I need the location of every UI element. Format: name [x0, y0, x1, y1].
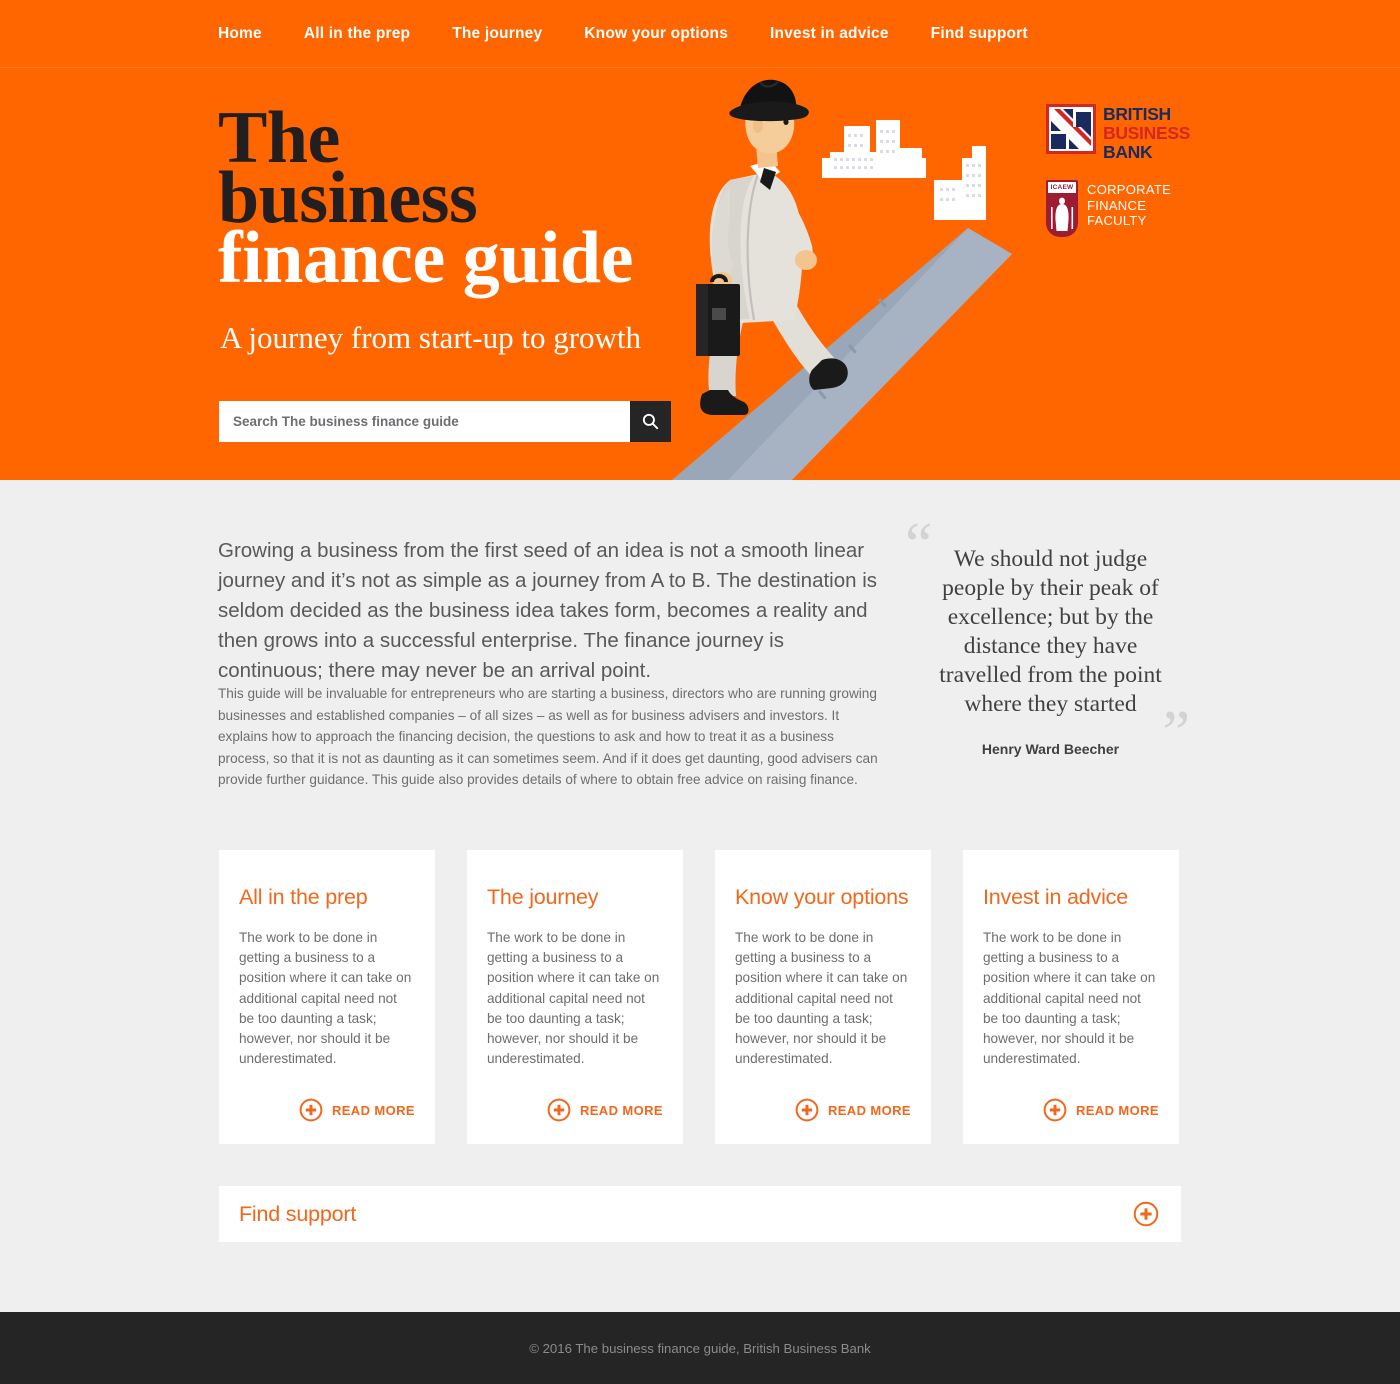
page-title: The business finance guide	[218, 101, 633, 299]
nav-item-invest-in-advice[interactable]: Invest in advice	[770, 25, 889, 43]
card-body: The work to be done in getting a busines…	[983, 930, 1156, 1067]
quote-text: We should not judge people by their peak…	[939, 546, 1162, 717]
title-line-3: finance guide	[218, 217, 633, 299]
icaew-corporate-finance-faculty-logo[interactable]: ICAEW CORPORATE FINANCE FACULTY	[1046, 180, 1226, 237]
card-know-your-options[interactable]: Know your options The work to be done in…	[715, 850, 931, 1144]
nav-items: Home All in the prep The journey Know yo…	[218, 0, 1028, 67]
bbb-line-3: BANK	[1103, 142, 1153, 162]
body-paragraph: This guide will be invaluable for entrep…	[218, 686, 878, 787]
card-all-in-the-prep[interactable]: All in the prep The work to be done in g…	[219, 850, 435, 1144]
bbb-line-1: BRITISH	[1103, 104, 1171, 124]
nav-item-all-in-the-prep[interactable]: All in the prep	[304, 25, 410, 43]
quote-close-mark: ”	[1162, 699, 1190, 767]
plus-circle-icon	[795, 1098, 819, 1122]
nav-item-home[interactable]: Home	[218, 25, 262, 43]
card-body: The work to be done in getting a busines…	[735, 930, 908, 1067]
icaew-line-2: FINANCE	[1087, 197, 1147, 213]
card-the-journey[interactable]: The journey The work to be done in getti…	[467, 850, 683, 1144]
hero-illustration	[672, 68, 1012, 480]
nav-item-find-support[interactable]: Find support	[931, 25, 1028, 43]
quote-open-mark: “	[905, 511, 933, 579]
copyright-text: © 2016 The business finance guide, Briti…	[529, 1340, 871, 1356]
card-invest-in-advice[interactable]: Invest in advice The work to be done in …	[963, 850, 1179, 1144]
british-business-bank-logo[interactable]: BRITISH BUSINESS BANK	[1046, 104, 1226, 162]
partner-logos: BRITISH BUSINESS BANK ICAEW CORPORATE FI…	[1046, 104, 1226, 237]
plus-circle-icon	[547, 1098, 571, 1122]
read-more-label: READ MORE	[331, 1102, 415, 1118]
card-title[interactable]: All in the prep	[239, 884, 413, 910]
read-more-link[interactable]: READ MORE	[219, 1098, 415, 1122]
page-subtitle: A journey from start-up to growth	[220, 320, 642, 355]
card-body: The work to be done in getting a busines…	[239, 930, 412, 1067]
bbb-wordmark: BRITISH BUSINESS BANK	[1103, 104, 1190, 162]
read-more-link[interactable]: READ MORE	[715, 1098, 911, 1122]
search-input[interactable]	[219, 401, 630, 442]
plus-circle-icon[interactable]	[1133, 1201, 1159, 1227]
icaew-wordmark: CORPORATE FINANCE FACULTY	[1087, 180, 1171, 229]
search-button[interactable]	[630, 401, 671, 442]
page-footer: © 2016 The business finance guide, Briti…	[0, 1312, 1400, 1384]
page-root: Home All in the prep The journey Know yo…	[0, 0, 1400, 1384]
plus-circle-icon	[299, 1098, 323, 1122]
union-jack-icon	[1046, 104, 1096, 154]
find-support-label: Find support	[239, 1201, 357, 1226]
card-body: The work to be done in getting a busines…	[487, 930, 660, 1067]
card-title[interactable]: The journey	[487, 884, 661, 910]
nav-item-the-journey[interactable]: The journey	[452, 25, 542, 43]
topic-cards: All in the prep The work to be done in g…	[219, 850, 1181, 1144]
read-more-label: READ MORE	[1075, 1102, 1159, 1118]
lead-paragraph: Growing a business from the first seed o…	[218, 539, 878, 682]
top-navigation: Home All in the prep The journey Know yo…	[0, 0, 1400, 68]
read-more-label: READ MORE	[579, 1102, 663, 1118]
quote-author: Henry Ward Beecher	[981, 741, 1120, 757]
plus-circle-icon	[1043, 1098, 1067, 1122]
hero-banner: The business finance guide A journey fro…	[0, 68, 1400, 480]
card-title[interactable]: Invest in advice	[983, 884, 1157, 910]
find-support-bar[interactable]: Find support	[219, 1186, 1181, 1242]
search-bar	[219, 401, 671, 442]
bbb-line-2: BUSINESS	[1103, 123, 1191, 143]
icaew-line-3: FACULTY	[1087, 213, 1147, 228]
card-title[interactable]: Know your options	[735, 884, 909, 910]
search-icon	[642, 413, 659, 430]
icaew-shield-icon: ICAEW	[1046, 180, 1078, 237]
nav-item-know-your-options[interactable]: Know your options	[584, 25, 728, 43]
read-more-link[interactable]: READ MORE	[467, 1098, 663, 1122]
read-more-link[interactable]: READ MORE	[963, 1098, 1159, 1122]
icaew-line-1: CORPORATE	[1087, 182, 1172, 197]
read-more-label: READ MORE	[827, 1102, 911, 1118]
icaew-tag-label: ICAEW	[1048, 182, 1076, 193]
